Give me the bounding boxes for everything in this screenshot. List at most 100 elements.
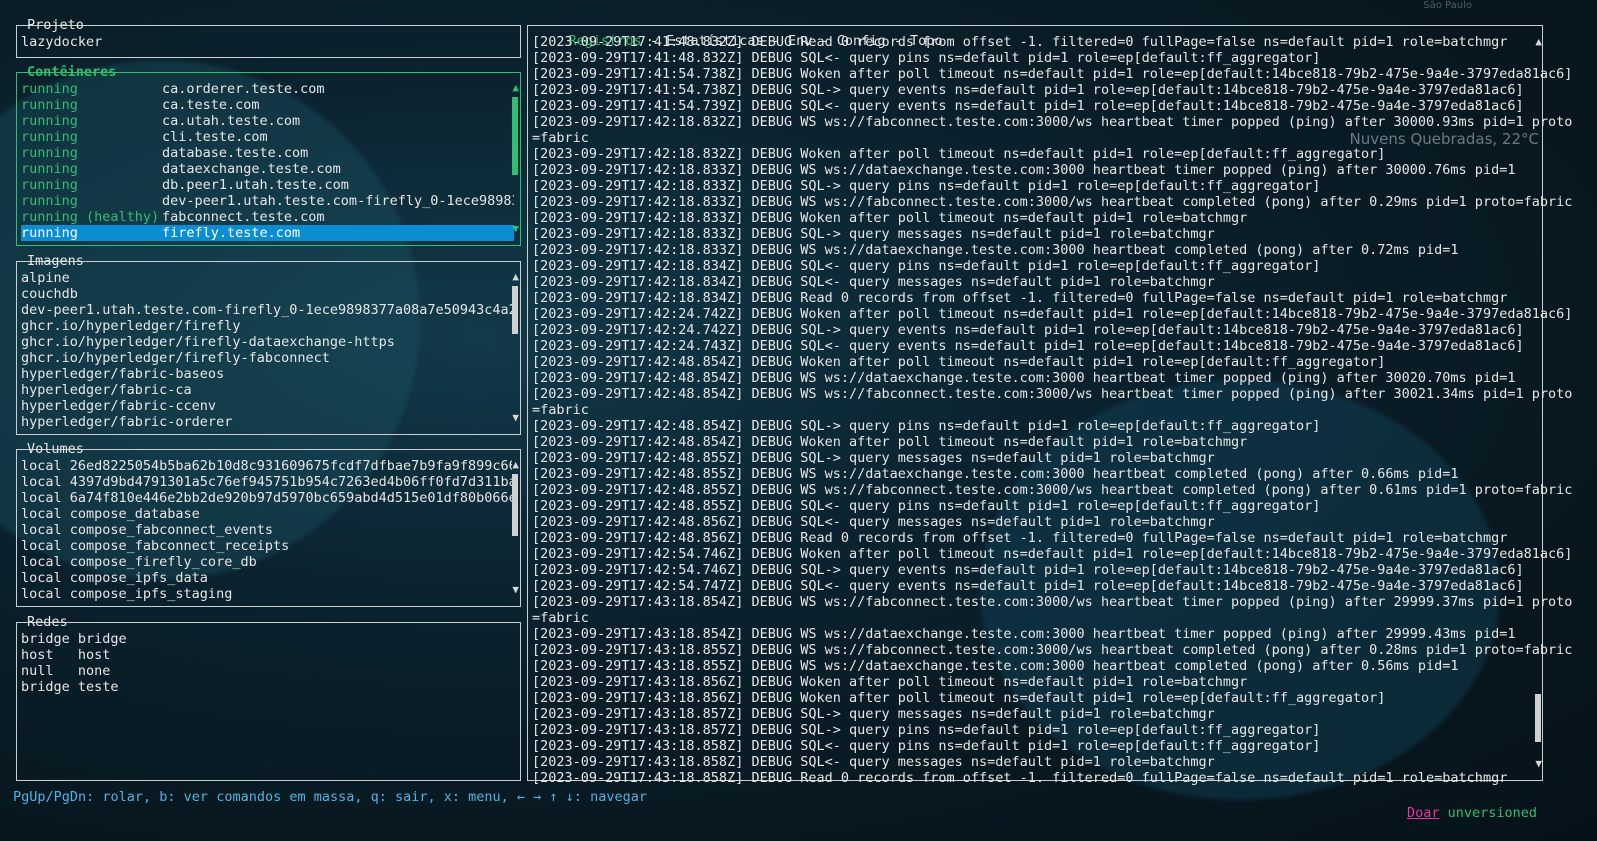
volume-row[interactable]: local 26ed8225054b5ba62b10d8c931609675fc…	[21, 458, 512, 474]
log-line: [2023-09-29T17:42:24.742Z] DEBUG SQL-> q…	[532, 322, 1524, 338]
volumes-panel[interactable]: Volumes local 26ed8225054b5ba62b10d8c931…	[16, 441, 521, 607]
volume-row[interactable]: local compose_ipfs_staging	[21, 586, 512, 602]
log-line: [2023-09-29T17:43:18.858Z] DEBUG SQL<- q…	[532, 738, 1321, 754]
volume-row[interactable]: local compose_ipfs_data	[21, 570, 512, 586]
networks-panel[interactable]: Redes bridge bridge host host null none bri…	[16, 614, 521, 781]
wallpaper-city: São Paulo	[1423, 0, 1472, 11]
network-row[interactable]: host host	[21, 647, 512, 663]
container-row[interactable]: running db.peer1.utah.teste.com	[21, 177, 514, 193]
keybinding-hint: PgUp/PgDn: rolar, b: ver comandos em mas…	[13, 789, 647, 805]
project-name: lazydocker	[21, 34, 103, 50]
container-name: cli.teste.com	[162, 129, 268, 145]
containers-panel-title: Contêineres	[27, 64, 117, 80]
images-scrollbar[interactable]	[512, 286, 518, 334]
volume-row[interactable]: local compose_database	[21, 506, 512, 522]
container-name: ca.teste.com	[162, 97, 260, 113]
container-name: dev-peer1.utah.teste.com-firefly_0-1ece9…	[162, 193, 514, 209]
log-line: [2023-09-29T17:42:54.746Z] DEBUG Woken a…	[532, 546, 1573, 562]
image-row[interactable]: ghcr.io/hyperledger/firefly	[21, 318, 512, 334]
image-row[interactable]: dev-peer1.utah.teste.com-firefly_0-1ece9…	[21, 302, 512, 318]
image-row[interactable]: alpine	[21, 270, 512, 286]
images-panel[interactable]: Imagens alpine couchdb dev-peer1.utah.test…	[16, 253, 521, 435]
log-line: [2023-09-29T17:43:18.855Z] DEBUG WS ws:/…	[532, 658, 1459, 674]
image-row[interactable]: hyperledger/fabric-ccenv	[21, 398, 512, 414]
volumes-scrollbar[interactable]	[512, 474, 518, 536]
container-row[interactable]: running ca.teste.com	[21, 97, 514, 113]
network-row[interactable]: null none	[21, 663, 512, 679]
log-line: [2023-09-29T17:42:18.834Z] DEBUG SQL<- q…	[532, 258, 1321, 274]
containers-panel[interactable]: Contêineres running ca.orderer.teste.com r…	[16, 64, 521, 246]
container-status: running	[21, 129, 78, 145]
log-line: =fabric	[532, 610, 589, 626]
log-line: [2023-09-29T17:42:48.854Z] DEBUG WS ws:/…	[532, 370, 1516, 386]
log-line: [2023-09-29T17:43:18.856Z] DEBUG Woken a…	[532, 674, 1248, 690]
network-row[interactable]: bridge bridge	[21, 631, 512, 647]
container-status: running (healthy)	[21, 209, 160, 225]
donate-link[interactable]: Doar	[1407, 805, 1440, 821]
log-line: [2023-09-29T17:43:18.858Z] DEBUG SQL<- q…	[532, 754, 1215, 770]
scroll-up-icon[interactable]: ▲	[512, 82, 519, 94]
log-line: [2023-09-29T17:42:48.854Z] DEBUG Woken a…	[532, 354, 1386, 370]
volume-row[interactable]: local 4397d9bd4791301a5c76ef945751b954c7…	[21, 474, 512, 490]
container-name: ca.orderer.teste.com	[162, 81, 325, 97]
log-line: [2023-09-29T17:41:54.739Z] DEBUG SQL<- q…	[532, 98, 1524, 114]
log-line: [2023-09-29T17:43:18.856Z] DEBUG Woken a…	[532, 690, 1386, 706]
scroll-down-icon[interactable]: ▼	[512, 584, 519, 596]
scroll-up-icon[interactable]: ▲	[512, 459, 519, 471]
container-status: running	[21, 161, 78, 177]
volume-row[interactable]: local compose_fabconnect_receipts	[21, 538, 512, 554]
container-name: database.teste.com	[162, 145, 309, 161]
log-line: [2023-09-29T17:42:48.856Z] DEBUG Read 0 …	[532, 530, 1508, 546]
image-row[interactable]: ghcr.io/hyperledger/firefly-dataexchange…	[21, 334, 512, 350]
log-line: [2023-09-29T17:43:18.857Z] DEBUG SQL-> q…	[532, 722, 1321, 738]
container-status: running	[21, 177, 78, 193]
log-line: [2023-09-29T17:43:18.857Z] DEBUG SQL-> q…	[532, 706, 1215, 722]
container-name: firefly.teste.com	[162, 225, 301, 241]
log-line: [2023-09-29T17:41:54.738Z] DEBUG SQL-> q…	[532, 82, 1524, 98]
image-row[interactable]: hyperledger/fabric-ca	[21, 382, 512, 398]
scroll-up-icon[interactable]: ▲	[1535, 36, 1542, 48]
volumes-panel-title: Volumes	[27, 441, 84, 457]
containers-scrollbar[interactable]	[512, 97, 518, 175]
log-line: [2023-09-29T17:42:18.833Z] DEBUG WS ws:/…	[532, 242, 1459, 258]
logs-panel[interactable]: Registros - Estatísticas - Env - Config …	[527, 25, 1572, 786]
container-row[interactable]: running (healthy) fabconnect.teste.com	[21, 209, 514, 225]
image-row[interactable]: hyperledger/fabric-baseos	[21, 366, 512, 382]
container-row[interactable]: running ca.utah.teste.com	[21, 113, 514, 129]
container-name: db.peer1.utah.teste.com	[162, 177, 349, 193]
logs-scrollbar[interactable]	[1535, 694, 1541, 742]
network-row[interactable]: bridge teste	[21, 679, 512, 695]
container-status: running	[21, 97, 78, 113]
log-line: [2023-09-29T17:42:18.833Z] DEBUG Woken a…	[532, 210, 1248, 226]
container-row[interactable]: running ca.orderer.teste.com	[21, 81, 514, 97]
container-row[interactable]: running firefly.teste.com	[21, 225, 514, 241]
log-line: [2023-09-29T17:42:48.856Z] DEBUG SQL<- q…	[532, 514, 1215, 530]
project-panel[interactable]: Projeto lazydocker	[16, 17, 521, 58]
log-line: [2023-09-29T17:42:18.833Z] DEBUG WS ws:/…	[532, 162, 1516, 178]
image-row[interactable]: ghcr.io/hyperledger/firefly-fabconnect	[21, 350, 512, 366]
scroll-up-icon[interactable]: ▲	[512, 271, 519, 283]
volume-row[interactable]: local compose_firefly_core_db	[21, 554, 512, 570]
image-row[interactable]: couchdb	[21, 286, 512, 302]
container-name: fabconnect.teste.com	[162, 209, 325, 225]
log-line: [2023-09-29T17:43:18.854Z] DEBUG WS ws:/…	[532, 626, 1516, 642]
log-output[interactable]: [2023-09-29T17:41:48.832Z] DEBUG Read 0 …	[532, 34, 1573, 786]
log-line: [2023-09-29T17:43:18.855Z] DEBUG WS ws:/…	[532, 642, 1573, 658]
container-row[interactable]: running dataexchange.teste.com	[21, 161, 514, 177]
log-line: [2023-09-29T17:42:24.743Z] DEBUG SQL<- q…	[532, 338, 1524, 354]
scroll-down-icon[interactable]: ▼	[512, 223, 519, 235]
scroll-down-icon[interactable]: ▼	[1535, 758, 1542, 770]
log-line: [2023-09-29T17:42:18.833Z] DEBUG WS ws:/…	[532, 194, 1573, 210]
log-line: [2023-09-29T17:42:54.746Z] DEBUG SQL-> q…	[532, 562, 1524, 578]
scroll-down-icon[interactable]: ▼	[512, 412, 519, 424]
container-row[interactable]: running cli.teste.com	[21, 129, 514, 145]
log-line: [2023-09-29T17:42:54.747Z] DEBUG SQL<- q…	[532, 578, 1524, 594]
log-line: [2023-09-29T17:42:48.854Z] DEBUG Woken a…	[532, 434, 1248, 450]
container-row[interactable]: running dev-peer1.utah.teste.com-firefly_…	[21, 193, 514, 209]
log-line: [2023-09-29T17:41:54.738Z] DEBUG Woken a…	[532, 66, 1573, 82]
image-row[interactable]: hyperledger/fabric-orderer	[21, 414, 512, 430]
volume-row[interactable]: local 6a74f810e446e2bb2de920b97d5970bc65…	[21, 490, 512, 506]
container-row[interactable]: running database.teste.com	[21, 145, 514, 161]
networks-panel-title: Redes	[27, 614, 68, 630]
volume-row[interactable]: local compose_fabconnect_events	[21, 522, 512, 538]
